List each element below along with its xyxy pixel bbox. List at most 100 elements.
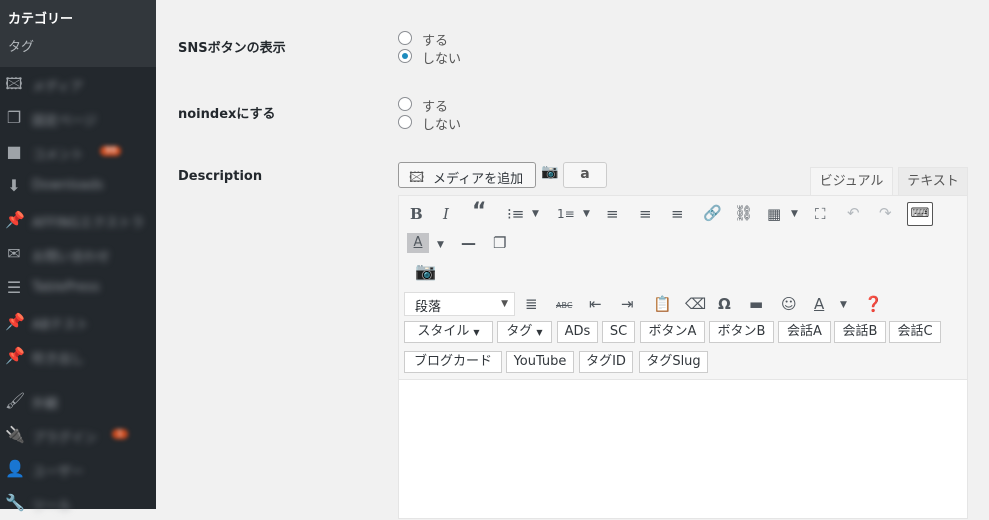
- quicktag-button[interactable]: 会話C: [889, 321, 941, 343]
- quicktag-label: ボタンA: [648, 324, 697, 339]
- sidebar-item[interactable]: 📌 吹き出し: [0, 339, 156, 373]
- toolbar-toggle-icon[interactable]: ⌨: [907, 202, 933, 226]
- sidebar-item[interactable]: 🖌 外観: [0, 384, 156, 418]
- sns-option-on[interactable]: する: [398, 30, 478, 49]
- tab-text[interactable]: テキスト: [898, 167, 968, 196]
- sidebar-item[interactable]: 🔌 プラグイン 1: [0, 418, 156, 452]
- table-icon: ☰: [6, 278, 22, 297]
- sidebar-item-label: 外観: [32, 397, 59, 412]
- submenu-item-tags[interactable]: タグ: [8, 36, 34, 55]
- description-label: Description: [178, 169, 263, 184]
- comments-icon: ■: [6, 142, 22, 161]
- background-color-icon[interactable]: A: [407, 233, 429, 253]
- redo-icon[interactable]: ↷: [879, 203, 892, 223]
- submenu-item-categories[interactable]: カテゴリー: [8, 8, 73, 27]
- quicktag-label: 会話C: [897, 324, 933, 339]
- special-character-icon[interactable]: Ω: [718, 294, 731, 314]
- notification-badge: 99: [100, 146, 122, 156]
- notification-badge: 1: [112, 429, 128, 439]
- blockquote-icon[interactable]: “: [472, 201, 486, 223]
- horizontal-line-icon[interactable]: —: [461, 233, 476, 253]
- chevron-down-icon: ▼: [473, 328, 480, 337]
- strikethrough-icon[interactable]: ABC: [556, 296, 572, 316]
- italic-icon[interactable]: I: [443, 204, 449, 224]
- sidebar-item[interactable]: ☰ TablePress: [0, 271, 156, 305]
- radio-button[interactable]: [398, 115, 412, 129]
- bullet-list-icon[interactable]: ⁝≡: [507, 204, 524, 224]
- chevron-down-icon[interactable]: ▼: [791, 209, 798, 219]
- quicktag-button[interactable]: SC: [602, 321, 635, 343]
- quicktag-button[interactable]: ボタンA: [640, 321, 705, 343]
- text-color-icon[interactable]: A: [814, 294, 824, 314]
- add-media-button[interactable]: 🖾 メディアを追加: [398, 162, 536, 188]
- indent-icon[interactable]: ⇥: [621, 294, 634, 314]
- pin-icon: 📌: [5, 210, 25, 229]
- quicktag-button[interactable]: タグ ▼: [497, 321, 552, 343]
- radio-button[interactable]: [398, 31, 412, 45]
- fullscreen-icon[interactable]: ⛶: [815, 204, 826, 224]
- quicktag-button[interactable]: 会話A: [778, 321, 831, 343]
- format-select[interactable]: 段落 ▼: [404, 292, 515, 316]
- sidebar-item[interactable]: 👤 ユーザー: [0, 452, 156, 486]
- noindex-option-off[interactable]: しない: [398, 114, 478, 133]
- appearance-icon: 🖌: [5, 391, 26, 410]
- sidebar-item[interactable]: 📌 AFFINGエクストラ: [0, 203, 156, 237]
- numbered-list-icon[interactable]: 1≡: [557, 204, 575, 224]
- amazon-button[interactable]: a: [563, 162, 607, 188]
- quicktag-button[interactable]: ADs: [557, 321, 598, 343]
- camera-icon[interactable]: 📷: [541, 164, 558, 180]
- sns-option-off[interactable]: しない: [398, 48, 478, 67]
- users-icon: 👤: [5, 459, 25, 478]
- tab-visual[interactable]: ビジュアル: [810, 167, 893, 196]
- sidebar-item[interactable]: 🖾 メディア: [0, 67, 156, 101]
- quicktag-label: スタイル: [417, 324, 470, 339]
- justify-icon[interactable]: ≣: [525, 294, 538, 314]
- pin-icon: 📌: [5, 312, 25, 331]
- align-center-icon[interactable]: ≡: [639, 204, 652, 224]
- sidebar-item-label: メディア: [32, 80, 84, 95]
- radio-button[interactable]: [398, 49, 412, 63]
- chevron-down-icon[interactable]: ▼: [437, 240, 444, 250]
- paste-text-icon[interactable]: 📋: [653, 294, 672, 314]
- noindex-option-on[interactable]: する: [398, 96, 478, 115]
- link-icon[interactable]: 🔗: [703, 203, 722, 223]
- posts-submenu: カテゴリー タグ: [0, 0, 156, 67]
- align-right-icon[interactable]: ≡: [671, 204, 684, 224]
- sidebar-item[interactable]: ■ コメント 99: [0, 135, 156, 169]
- sidebar-item-label: Downloads: [32, 178, 104, 193]
- pin-icon: 📌: [5, 346, 25, 365]
- chevron-down-icon[interactable]: ▼: [583, 209, 590, 219]
- quicktag-button[interactable]: ブログカード: [404, 351, 502, 373]
- unlink-icon[interactable]: ⛓: [734, 203, 753, 223]
- editor-content-area[interactable]: [398, 379, 968, 519]
- emoji-icon[interactable]: ☺: [781, 294, 797, 314]
- quicktag-button[interactable]: スタイル ▼: [404, 321, 493, 343]
- outdent-icon[interactable]: ⇤: [589, 294, 602, 314]
- chevron-down-icon: ▼: [501, 299, 508, 309]
- sidebar-item[interactable]: ✉ お問い合わせ: [0, 237, 156, 271]
- chevron-down-icon[interactable]: ▼: [532, 209, 539, 219]
- align-left-icon[interactable]: ≡: [606, 204, 619, 224]
- bold-icon[interactable]: B: [410, 204, 423, 224]
- table-icon[interactable]: ▦: [767, 204, 781, 224]
- camera-insert-icon[interactable]: 📷: [415, 262, 436, 282]
- radio-button[interactable]: [398, 97, 412, 111]
- plugins-icon: 🔌: [5, 425, 25, 444]
- undo-icon[interactable]: ↶: [847, 203, 860, 223]
- quicktag-button[interactable]: ボタンB: [709, 321, 774, 343]
- sidebar-item[interactable]: 🔧 ツール: [0, 486, 156, 520]
- read-more-icon[interactable]: ▬: [749, 294, 763, 314]
- sidebar-item[interactable]: 📌 ABテスト: [0, 305, 156, 339]
- chevron-down-icon[interactable]: ▼: [840, 300, 847, 310]
- help-icon[interactable]: ❓: [864, 294, 883, 314]
- quicktag-button[interactable]: タグSlug: [639, 351, 708, 373]
- quicktag-button[interactable]: 会話B: [834, 321, 886, 343]
- chevron-down-icon: ▼: [536, 328, 543, 337]
- clear-formatting-icon[interactable]: ⌫: [685, 294, 706, 314]
- sidebar-item[interactable]: ⬇ Downloads: [0, 169, 156, 203]
- copy-icon[interactable]: ❐: [493, 233, 506, 253]
- quicktag-button[interactable]: タグID: [579, 351, 633, 373]
- quicktag-button[interactable]: YouTube: [506, 351, 574, 373]
- sidebar-item[interactable]: ❐ 固定ページ: [0, 101, 156, 135]
- radio-label: しない: [422, 52, 462, 67]
